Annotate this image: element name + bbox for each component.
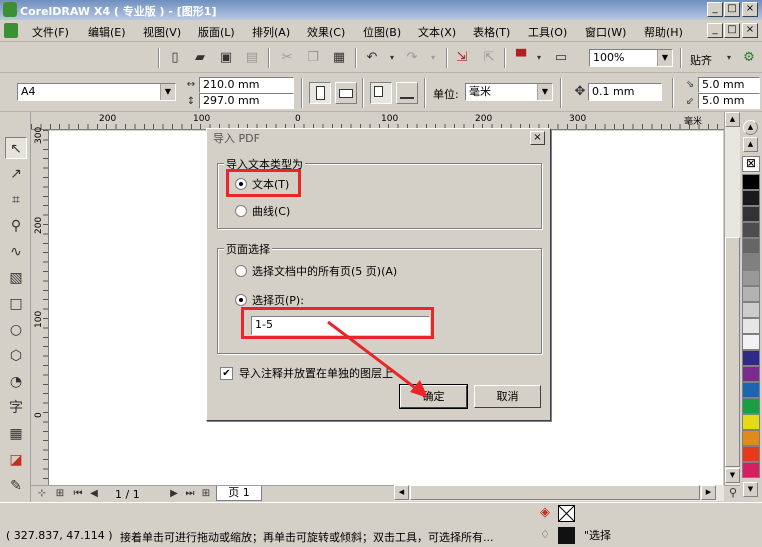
arrow-head-icon — [410, 380, 428, 398]
annotation-arrow — [327, 320, 428, 398]
arrow-line — [327, 320, 419, 392]
